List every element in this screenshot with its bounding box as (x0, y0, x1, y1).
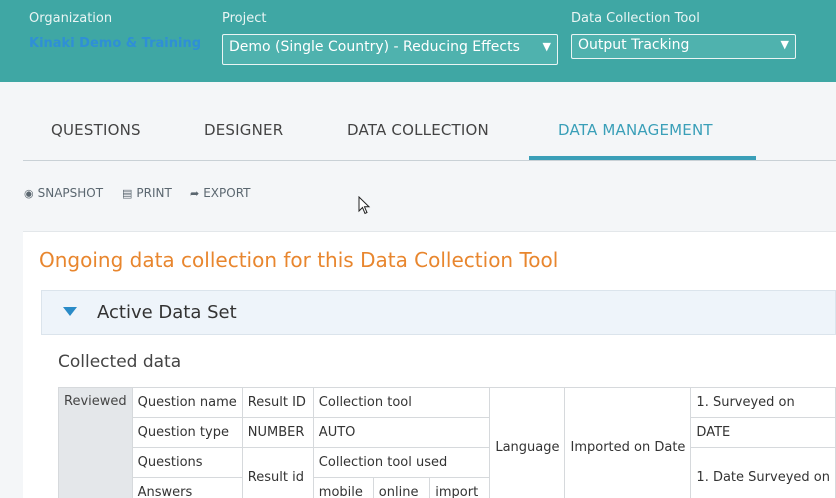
table-row: Question type NUMBER AUTO DATE (59, 417, 836, 448)
organization-name[interactable]: Kinaki Demo & Training (29, 36, 201, 51)
table-cell: Collection tool (312, 387, 491, 418)
tool-label: Data Collection Tool (571, 11, 700, 26)
export-button[interactable]: ➦ EXPORT (190, 186, 251, 200)
table-cell: online (372, 477, 431, 498)
table-cell: Questions (131, 447, 243, 478)
tool-select[interactable]: Output Tracking ▼ (571, 34, 796, 59)
active-tab-indicator (529, 156, 756, 160)
section-title: Collected data (58, 352, 182, 372)
project-select-value: Demo (Single Country) - Reducing Effects (229, 39, 520, 55)
tab-data-management[interactable]: DATA MANAGEMENT (558, 121, 713, 139)
table-cell: DATE (690, 417, 836, 448)
accordion-title: Active Data Set (97, 302, 237, 323)
chevron-down-icon: ▼ (780, 38, 789, 51)
share-arrow-icon: ➦ (190, 187, 200, 200)
project-label: Project (222, 11, 267, 26)
data-card: Ongoing data collection for this Data Co… (23, 231, 836, 498)
imported-date-header: Imported on Date (564, 387, 692, 498)
language-header: Language (489, 387, 566, 498)
print-label: PRINT (136, 186, 172, 200)
table-cell: Question type (131, 417, 243, 448)
active-data-set-accordion[interactable]: Active Data Set (41, 290, 836, 335)
tool-select-value: Output Tracking (578, 37, 690, 53)
table-cell: Result id (241, 447, 314, 498)
project-select[interactable]: Demo (Single Country) - Reducing Effects… (222, 34, 558, 65)
chevron-down-icon: ▼ (542, 40, 551, 53)
collected-data-table: Reviewed Question name Result ID Collect… (58, 387, 836, 498)
table-cell: Result ID (241, 387, 314, 418)
table-cell: Collection tool used (312, 447, 491, 478)
table-cell: import (429, 477, 491, 498)
caret-down-icon[interactable] (63, 307, 77, 316)
table-cell: mobile (312, 477, 374, 498)
table-cell: Question name (131, 387, 243, 418)
table-cell: NUMBER (241, 417, 314, 448)
table-cell: AUTO (312, 417, 491, 448)
reviewed-header: Reviewed (58, 387, 133, 498)
tab-designer[interactable]: DESIGNER (204, 121, 283, 139)
camera-icon: ◉ (24, 187, 34, 200)
tab-data-collection[interactable]: DATA COLLECTION (347, 121, 489, 139)
organization-label: Organization (29, 11, 113, 26)
page-title: Ongoing data collection for this Data Co… (39, 248, 559, 272)
top-header: Organization Kinaki Demo & Training Proj… (0, 0, 836, 82)
print-button[interactable]: ▤ PRINT (122, 186, 172, 200)
snapshot-label: SNAPSHOT (37, 186, 104, 200)
table-cell: 1. Surveyed on (690, 387, 836, 418)
table-cell: Answers (131, 477, 243, 498)
snapshot-button[interactable]: ◉ SNAPSHOT (24, 186, 103, 200)
mouse-cursor-icon (358, 196, 371, 215)
table-row: Questions Result id Collection tool used… (59, 447, 836, 498)
tab-questions[interactable]: QUESTIONS (51, 121, 141, 139)
export-label: EXPORT (203, 186, 251, 200)
printer-icon: ▤ (122, 187, 133, 200)
table-cell: 1. Date Surveyed on (690, 447, 836, 498)
tab-bar: QUESTIONS DESIGNER DATA COLLECTION DATA … (23, 104, 836, 161)
table-row: Reviewed Question name Result ID Collect… (58, 387, 836, 498)
